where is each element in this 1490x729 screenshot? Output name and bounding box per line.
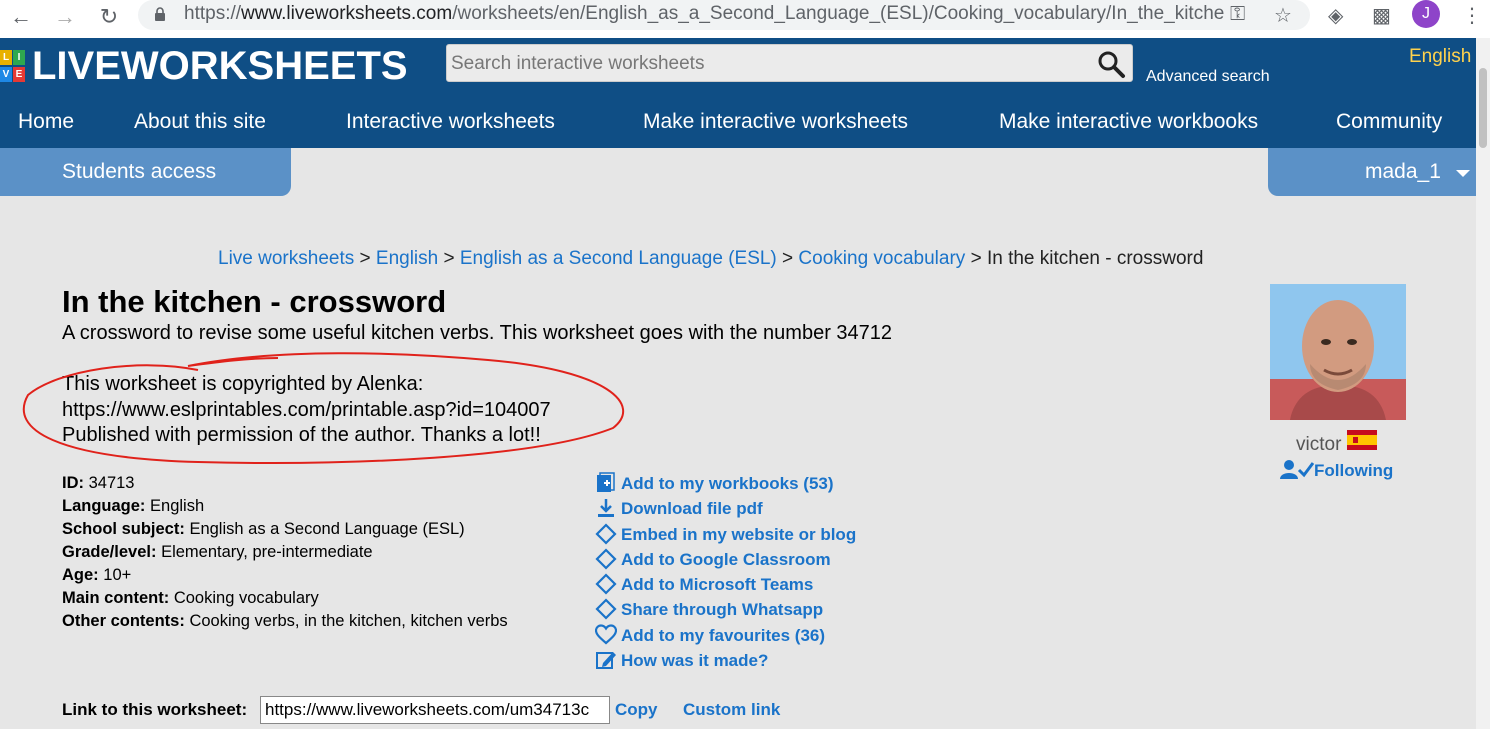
breadcrumb-link[interactable]: English	[376, 248, 438, 269]
info-row: Age: 10+	[62, 566, 132, 584]
logo-blocks: L I V E	[0, 50, 28, 84]
following-button[interactable]: Following	[1280, 459, 1393, 481]
info-row: School subject: English as a Second Lang…	[62, 520, 465, 538]
download-icon	[598, 499, 614, 518]
profile-avatar[interactable]: J	[1412, 0, 1440, 28]
breadcrumb: Live worksheets > English > English as a…	[218, 248, 1204, 269]
embed-icon	[595, 573, 617, 595]
address-bar[interactable]: https://www.liveworksheets.com/worksheet…	[138, 0, 1310, 30]
username: mada_1	[1365, 160, 1441, 183]
worksheet-link-field[interactable]	[260, 696, 610, 724]
language-link[interactable]: English	[1409, 46, 1471, 68]
forward-arrow-icon[interactable]: →	[52, 4, 78, 30]
scrollbar-thumb[interactable]	[1479, 68, 1487, 148]
students-access-tab[interactable]: Students access	[0, 148, 291, 196]
menu-community[interactable]: Community	[1336, 110, 1442, 134]
edit-icon	[596, 652, 616, 670]
key-icon[interactable]: ⚿	[1230, 3, 1245, 26]
menu-make-worksheets[interactable]: Make interactive worksheets	[643, 110, 908, 134]
worksheet-info: ID: 34713 Language: English School subje…	[62, 472, 508, 633]
search-icon[interactable]	[1096, 49, 1126, 79]
embed-icon	[595, 598, 617, 621]
spain-flag-icon	[1347, 430, 1377, 450]
site-header: L I V E LIVEWORKSHEETS Advanced search E…	[0, 38, 1476, 148]
extension-diamond-icon[interactable]: ◈	[1328, 3, 1343, 28]
search-box	[446, 44, 1133, 82]
menu-home[interactable]: Home	[18, 110, 74, 134]
red-circle-annotation	[22, 352, 625, 464]
breadcrumb-current: In the kitchen - crossword	[986, 248, 1204, 269]
menu-interactive-worksheets[interactable]: Interactive worksheets	[346, 110, 555, 134]
author-avatar[interactable]	[1270, 284, 1406, 420]
breadcrumb-link[interactable]: Live worksheets	[218, 248, 354, 269]
breadcrumb-link[interactable]: Cooking vocabulary	[798, 248, 965, 269]
advanced-search-link[interactable]: Advanced search	[1146, 68, 1270, 86]
info-row: Grade/level: Elementary, pre-intermediat…	[62, 543, 373, 561]
lock-icon	[155, 7, 165, 21]
user-check-icon	[1280, 460, 1314, 479]
reload-icon[interactable]: ↻	[96, 4, 122, 30]
search-input[interactable]	[451, 51, 1091, 77]
author-photo	[1270, 284, 1406, 420]
info-row: ID: 34713	[62, 474, 135, 492]
back-arrow-icon[interactable]: ←	[8, 4, 34, 30]
info-row: Other contents: Cooking verbs, in the ki…	[62, 612, 508, 630]
menu-make-workbooks[interactable]: Make interactive workbooks	[999, 110, 1258, 134]
worksheet-link-label: Link to this worksheet:	[62, 700, 248, 719]
add-to-workbook-icon	[597, 472, 615, 492]
info-row: Language: English	[62, 497, 205, 515]
main-menu: Home About this site Interactive workshe…	[0, 110, 1476, 140]
author-name[interactable]: victor	[1296, 434, 1341, 456]
copy-link-button[interactable]: Copy	[615, 700, 658, 720]
menu-about[interactable]: About this site	[134, 110, 266, 134]
info-row: Main content: Cooking vocabulary	[62, 589, 319, 607]
breadcrumb-link[interactable]: English as a Second Language (ESL)	[460, 248, 777, 269]
embed-icon	[595, 548, 617, 570]
custom-link-button[interactable]: Custom link	[683, 700, 780, 720]
page-title: In the kitchen - crossword	[62, 284, 447, 319]
user-menu-tab[interactable]: mada_1	[1268, 148, 1476, 196]
scrollbar[interactable]	[1476, 38, 1490, 729]
kebab-menu-icon[interactable]: ⋮	[1462, 3, 1482, 28]
students-access-label: Students access	[62, 160, 217, 183]
star-icon[interactable]: ☆	[1274, 3, 1292, 28]
embed-icon	[595, 523, 617, 545]
logo-text: LIVEWORKSHEETS	[32, 44, 408, 88]
caret-down-icon	[1456, 170, 1470, 177]
browser-toolbar: ← → ↻ https://www.liveworksheets.com/wor…	[0, 0, 1490, 38]
puzzle-icon[interactable]: ▩	[1372, 3, 1391, 28]
address-url: https://www.liveworksheets.com/worksheet…	[184, 3, 1224, 24]
heart-icon	[595, 624, 617, 645]
